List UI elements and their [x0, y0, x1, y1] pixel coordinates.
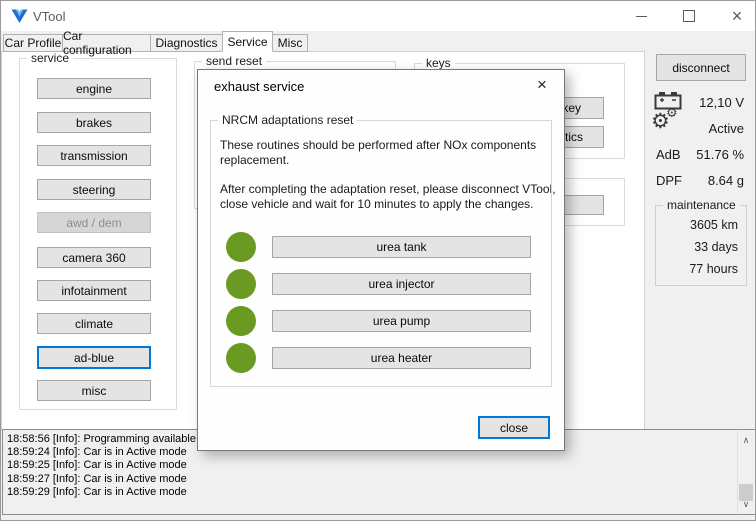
infotainment-button[interactable]: infotainment — [37, 280, 151, 301]
close-icon: × — [731, 5, 743, 26]
button-label: engine — [75, 81, 113, 96]
scroll-up-icon[interactable]: ∧ — [738, 433, 754, 447]
button-label: transmission — [60, 148, 128, 163]
urea-pump-button[interactable]: urea pump — [272, 310, 531, 332]
button-label: camera 360 — [62, 250, 126, 265]
window-title: VTool — [33, 9, 66, 24]
dialog-title: exhaust service — [214, 79, 305, 94]
urea-heater-status-light — [226, 343, 256, 373]
gears-icon: ⚙ ⚙ — [651, 105, 683, 139]
ad-blue-button[interactable]: ad-blue — [37, 346, 151, 369]
urea-heater-button[interactable]: urea heater — [272, 347, 531, 369]
button-label: close — [499, 420, 528, 435]
awd-dem-button: awd / dem — [37, 212, 151, 233]
tab-label: Car configuration — [63, 29, 132, 57]
close-window-button[interactable]: × — [720, 1, 754, 31]
tab-label: Service — [227, 34, 268, 49]
button-label: awd / dem — [66, 215, 122, 230]
app-window: VTool × Car Profile Car configuration Di… — [0, 0, 756, 521]
button-label: infotainment — [61, 283, 127, 298]
button-label: steering — [72, 182, 116, 197]
engine-button[interactable]: engine — [37, 78, 151, 99]
dialog-close-button[interactable]: × — [530, 73, 554, 97]
maintenance-hours: 77 hours — [689, 262, 738, 276]
tab-car-configuration[interactable]: Car configuration — [62, 29, 151, 57]
button-label: misc — [81, 383, 107, 398]
tab-service[interactable]: Service — [222, 31, 273, 52]
log-line: 18:59:25 [Info]: Car is in Active mode — [7, 459, 187, 472]
urea-injector-status-light — [226, 269, 256, 299]
button-label: urea injector — [368, 277, 435, 291]
send-reset-groupbox-label: send reset — [202, 54, 267, 69]
log-line: 18:59:27 [Info]: Car is in Active mode — [7, 472, 187, 485]
dialog-close-action-button[interactable]: close — [478, 416, 550, 439]
tab-car-profile[interactable]: Car Profile — [3, 34, 63, 52]
dpf-label: DPF — [656, 173, 682, 188]
dpf-value: 8.64 g — [707, 173, 744, 188]
urea-pump-status-light — [226, 306, 256, 336]
close-icon: × — [537, 75, 547, 94]
camera-360-button[interactable]: camera 360 — [37, 247, 151, 268]
urea-injector-button[interactable]: urea injector — [272, 273, 531, 295]
exhaust-service-dialog: exhaust service × NRCM adaptations reset… — [197, 69, 565, 451]
nrcm-groupbox-label: NRCM adaptations reset — [218, 113, 358, 128]
button-label: urea heater — [370, 351, 433, 365]
brakes-button[interactable]: brakes — [37, 112, 151, 133]
button-label: urea pump — [372, 314, 431, 328]
misc-button[interactable]: misc — [37, 380, 151, 401]
minimize-icon — [635, 15, 647, 17]
minimize-button[interactable] — [624, 1, 658, 31]
tab-label: Misc — [277, 36, 303, 50]
maintenance-days: 33 days — [694, 240, 738, 254]
button-label: ad-blue — [73, 350, 115, 365]
maintenance-groupbox: maintenance 3605 km 33 days 77 hours — [655, 198, 747, 286]
climate-button[interactable]: climate — [37, 313, 151, 334]
maintenance-km: 3605 km — [690, 218, 738, 232]
gear-small-glyph: ⚙ — [666, 105, 678, 120]
steering-button[interactable]: steering — [37, 179, 151, 200]
vtool-logo-icon — [11, 9, 28, 23]
tab-label: Car Profile — [4, 36, 62, 50]
adb-value: 51.76 % — [696, 147, 744, 162]
titlebar: VTool × — [1, 1, 755, 31]
maximize-button[interactable] — [672, 1, 706, 31]
chevron-up-glyph: ∧ — [742, 434, 750, 445]
battery-voltage-value: 12,10 V — [699, 95, 744, 110]
log-scrollbar[interactable]: ∧ ∨ — [737, 431, 754, 513]
button-label: key — [562, 101, 581, 115]
chevron-down-glyph: ∨ — [742, 498, 750, 509]
adb-label: AdB — [656, 147, 681, 162]
maximize-icon — [683, 10, 695, 22]
button-label: climate — [74, 316, 113, 331]
transmission-button[interactable]: transmission — [37, 145, 151, 166]
button-label: disconnect — [672, 60, 730, 75]
mode-value: Active — [708, 121, 744, 136]
scroll-down-icon[interactable]: ∨ — [738, 497, 754, 511]
disconnect-button[interactable]: disconnect — [656, 54, 746, 81]
tab-misc[interactable]: Misc — [272, 34, 308, 52]
button-label: brakes — [75, 115, 113, 130]
button-label: urea tank — [376, 240, 427, 254]
urea-tank-button[interactable]: urea tank — [272, 236, 531, 258]
tab-label: Diagnostics — [155, 36, 218, 50]
urea-tank-status-light — [226, 232, 256, 262]
tab-diagnostics[interactable]: Diagnostics — [150, 34, 223, 52]
log-line: 18:59:29 [Info]: Car is in Active mode — [7, 485, 187, 498]
maintenance-groupbox-label: maintenance — [663, 198, 740, 213]
